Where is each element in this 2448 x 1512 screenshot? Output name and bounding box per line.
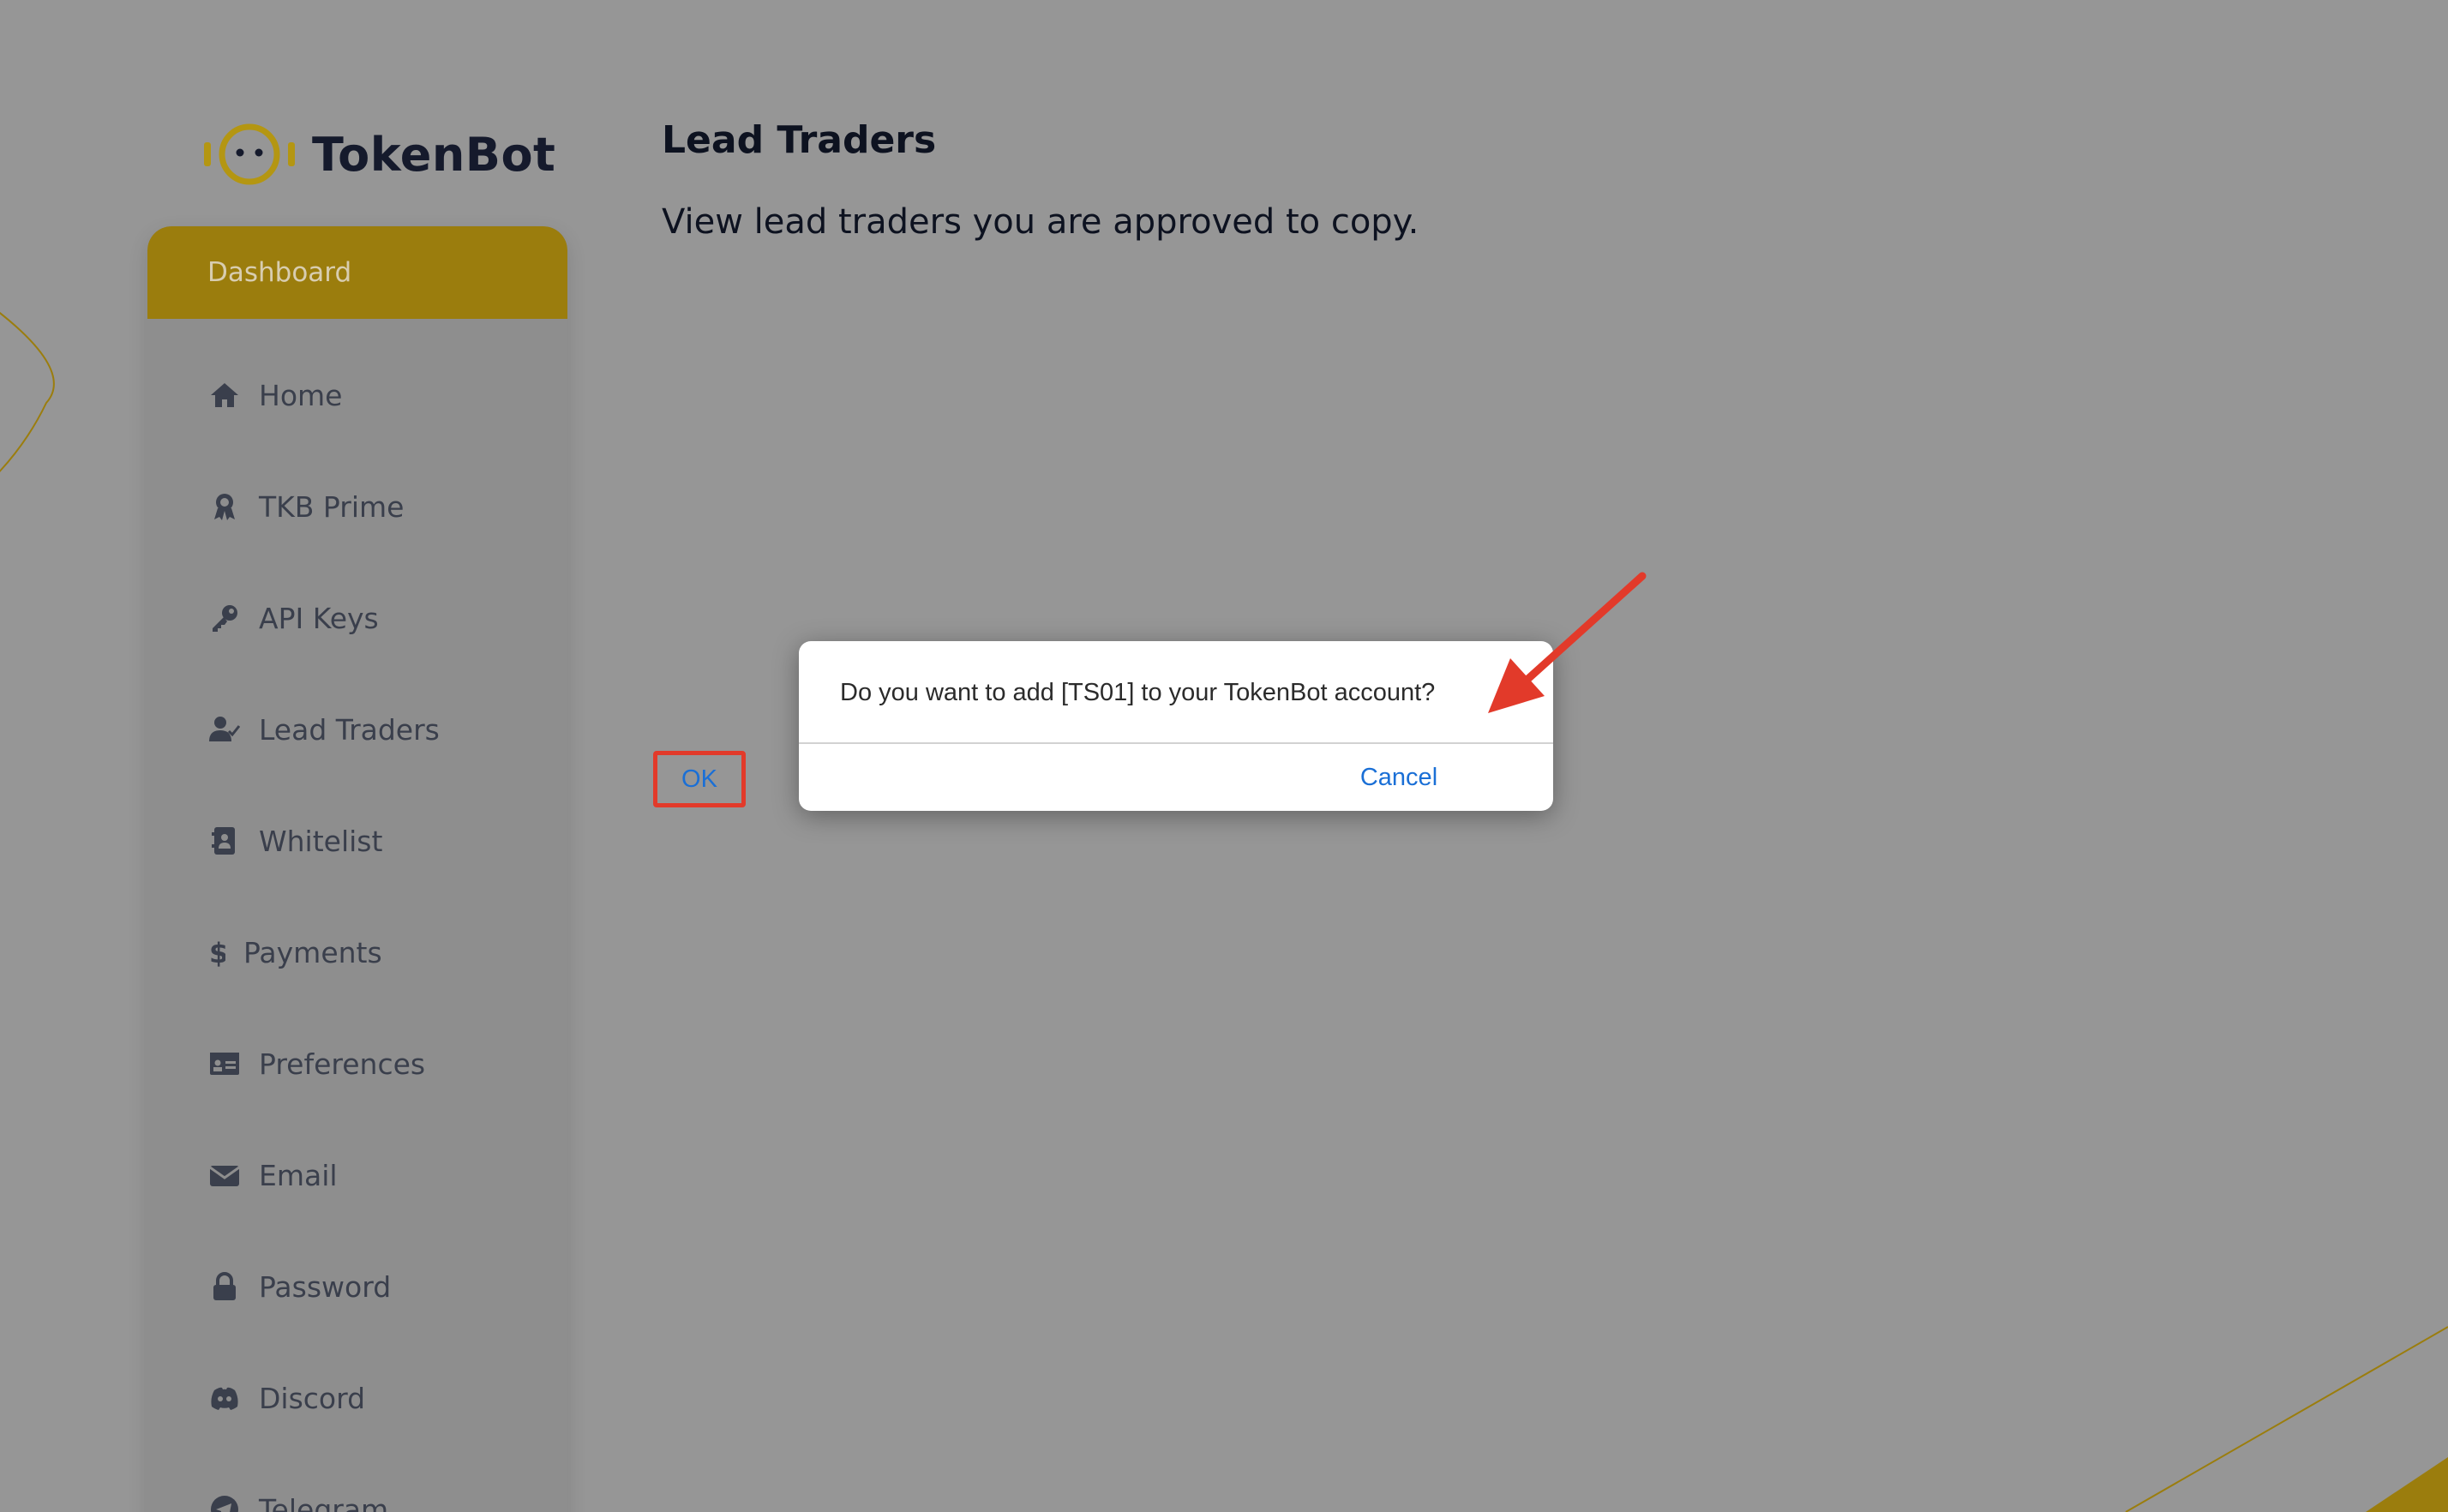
sidebar-item-label: Password — [259, 1269, 392, 1304]
cancel-button[interactable]: Cancel — [1341, 749, 1457, 806]
dialog-divider — [799, 742, 1553, 744]
dollar-icon: $ — [207, 935, 226, 969]
sidebar-item-label: Lead Traders — [259, 712, 440, 747]
robot-logo-icon — [204, 123, 295, 185]
dialog-message: Do you want to add [TS01] to your TokenB… — [840, 679, 1436, 706]
sidebar-item-label: TKB Prime — [259, 489, 405, 524]
user-check-icon — [207, 712, 242, 747]
page-background: TokenBot Dashboard Home TKB Prime API Ke… — [0, 0, 2448, 1512]
envelope-icon — [207, 1158, 242, 1192]
brand-name: TokenBot — [312, 127, 556, 182]
svg-text:$: $ — [209, 937, 225, 968]
sidebar-item-lead-traders[interactable]: Lead Traders — [147, 674, 567, 785]
sidebar-item-payments[interactable]: $ Payments — [147, 897, 567, 1008]
sidebar-item-label: Telegram — [259, 1492, 389, 1512]
telegram-icon — [207, 1492, 242, 1512]
page-subtitle: View lead traders you are approved to co… — [662, 202, 1419, 242]
sidebar-item-label: Preferences — [259, 1047, 426, 1081]
id-card-icon — [207, 1047, 242, 1081]
sidebar-item-email[interactable]: Email — [147, 1119, 567, 1231]
discord-icon — [207, 1381, 242, 1415]
sidebar-item-whitelist[interactable]: Whitelist — [147, 785, 567, 897]
sidebar-nav: Home TKB Prime API Keys Lead Traders Whi… — [147, 319, 567, 1512]
sidebar-item-label: Home — [259, 378, 343, 412]
page-title: Lead Traders — [662, 118, 937, 162]
sidebar-item-home[interactable]: Home — [147, 339, 567, 451]
sidebar-item-label: Payments — [243, 935, 382, 969]
sidebar-header-label: Dashboard — [207, 257, 352, 288]
sidebar-item-tkb-prime[interactable]: TKB Prime — [147, 451, 567, 562]
sidebar-item-preferences[interactable]: Preferences — [147, 1008, 567, 1119]
confirm-dialog: Do you want to add [TS01] to your TokenB… — [799, 641, 1553, 811]
lock-icon — [207, 1269, 242, 1304]
sidebar-item-password[interactable]: Password — [147, 1231, 567, 1342]
sidebar-item-label: Whitelist — [259, 824, 383, 858]
award-icon — [207, 489, 242, 524]
sidebar-item-label: API Keys — [259, 601, 379, 635]
key-icon — [207, 601, 242, 635]
tokenbot-logo[interactable]: TokenBot — [202, 118, 555, 190]
sidebar-header-dashboard[interactable]: Dashboard — [147, 226, 567, 319]
ok-button[interactable]: OK — [653, 751, 746, 807]
sidebar-item-discord[interactable]: Discord — [147, 1342, 567, 1454]
sidebar-item-label: Email — [259, 1158, 338, 1192]
address-book-icon — [207, 824, 242, 858]
home-icon — [207, 378, 242, 412]
sidebar: Dashboard Home TKB Prime API Keys Lead T… — [147, 226, 567, 1512]
sidebar-item-telegram[interactable]: Telegram — [147, 1454, 567, 1512]
sidebar-item-label: Discord — [259, 1381, 366, 1415]
sidebar-item-api-keys[interactable]: API Keys — [147, 562, 567, 674]
